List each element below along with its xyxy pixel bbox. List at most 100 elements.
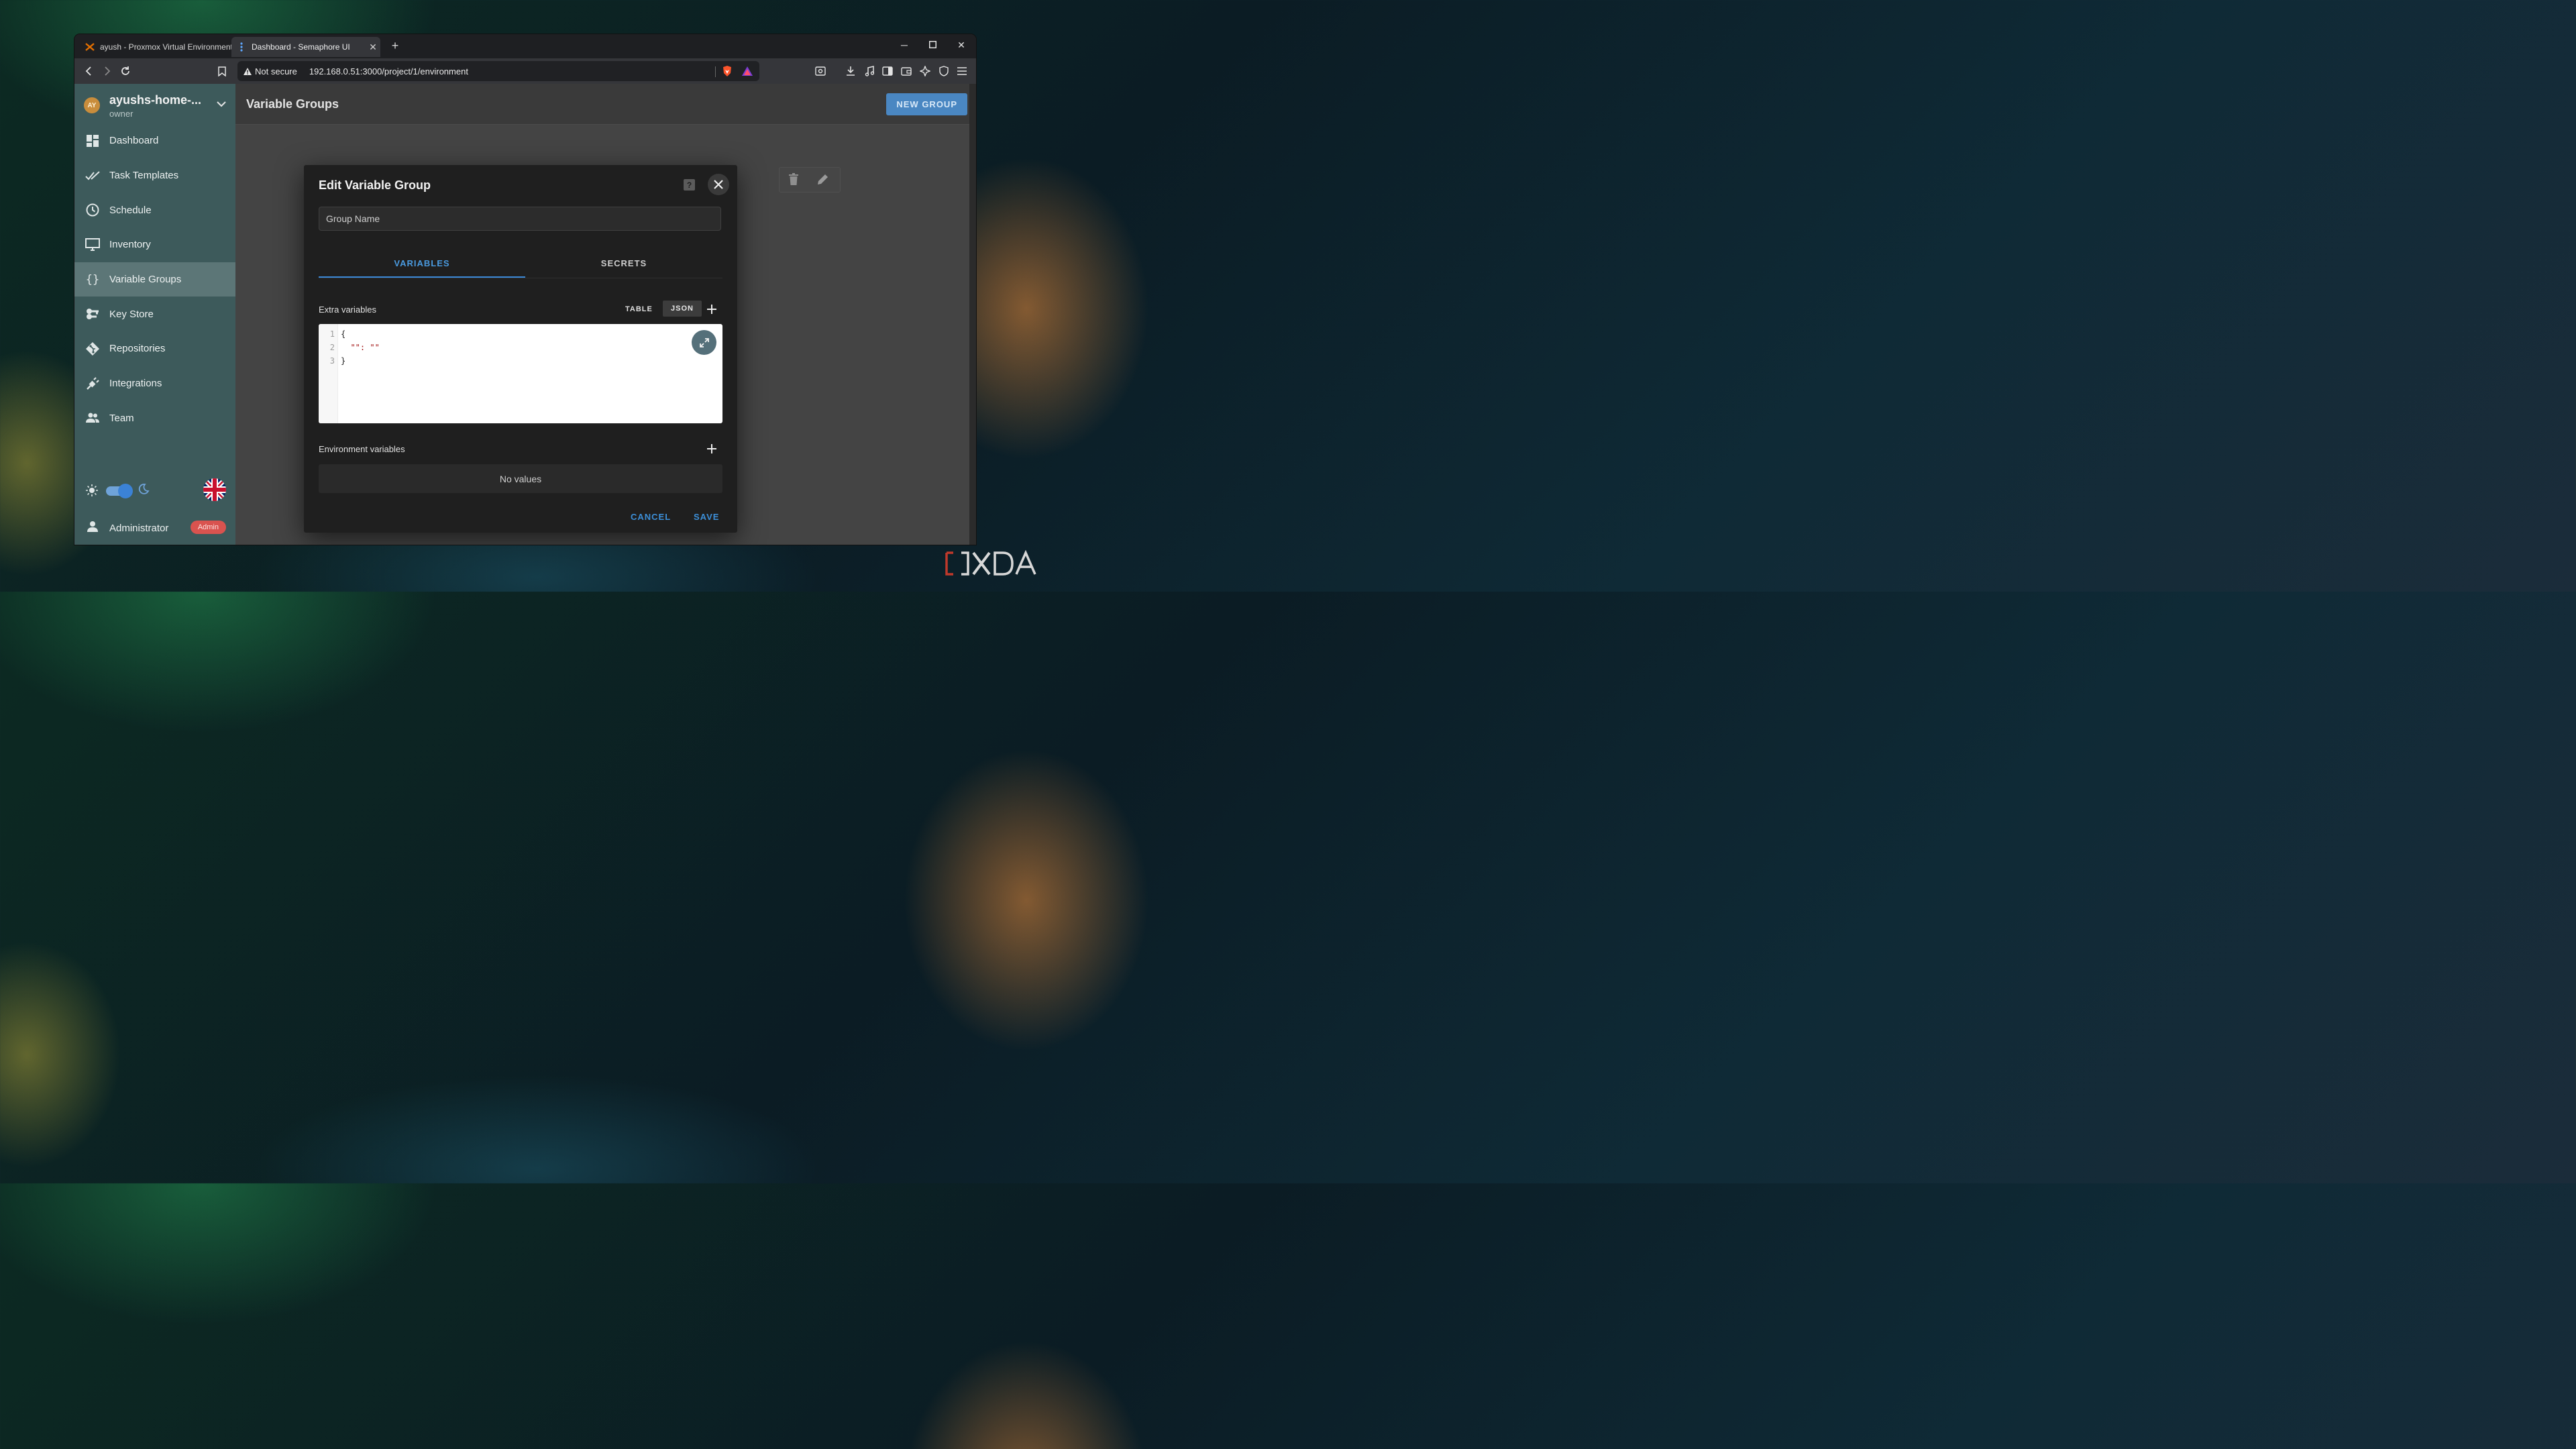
- edit-variable-group-dialog: Edit Variable Group ? VARIABLES SECRETS …: [304, 165, 737, 533]
- sidebar-item-label: Integrations: [109, 378, 162, 390]
- sidebar-nav: Dashboard Task Templates Schedule Invent…: [74, 123, 235, 435]
- switch-knob: [118, 484, 133, 498]
- media-music-icon[interactable]: [863, 65, 876, 77]
- line-number: 3: [329, 356, 335, 366]
- minimize-icon[interactable]: ─: [898, 40, 911, 50]
- close-window-icon[interactable]: ✕: [955, 40, 968, 51]
- cancel-button[interactable]: CANCEL: [631, 512, 671, 522]
- expand-editor-button[interactable]: [692, 330, 716, 355]
- extra-variables-label: Extra variables: [319, 305, 376, 315]
- menu-icon[interactable]: [955, 65, 969, 77]
- help-icon[interactable]: ?: [684, 179, 695, 191]
- dialog-tabs: VARIABLES SECRETS: [319, 250, 722, 278]
- browser-toolbar: Not secure 192.168.0.51:3000/project/1/e…: [74, 58, 976, 84]
- address-bar-divider: [715, 66, 716, 77]
- sidebar-item-task-templates[interactable]: Task Templates: [74, 158, 235, 193]
- dialog-close-button[interactable]: [708, 174, 729, 195]
- code-line: "": "": [341, 343, 380, 352]
- tab-semaphore[interactable]: Dashboard - Semaphore UI ✕: [231, 37, 380, 57]
- uk-flag-language-icon[interactable]: [203, 478, 226, 501]
- xda-watermark-logo: [945, 550, 1036, 576]
- page-header: Variable Groups NEW GROUP: [235, 84, 969, 125]
- sidebar-item-label: Task Templates: [109, 170, 179, 182]
- sidebar-item-label: Inventory: [109, 239, 151, 251]
- environment-variables-label: Environment variables: [319, 444, 405, 454]
- braces-icon: {}: [85, 272, 100, 286]
- save-button[interactable]: SAVE: [694, 512, 719, 522]
- tab-variables[interactable]: VARIABLES: [319, 250, 525, 278]
- view-table-button[interactable]: TABLE: [619, 301, 659, 317]
- moon-icon: [138, 483, 150, 498]
- project-role: owner: [109, 109, 133, 119]
- sidebar-item-label: Schedule: [109, 204, 152, 216]
- back-icon[interactable]: [81, 64, 96, 78]
- code-line: }: [341, 356, 346, 366]
- line-number: 2: [329, 343, 335, 352]
- view-json-button[interactable]: JSON: [663, 301, 702, 317]
- row-actions: [779, 167, 841, 193]
- page-title: Variable Groups: [246, 97, 339, 111]
- plug-icon: [85, 376, 100, 391]
- bookmark-icon[interactable]: [215, 64, 229, 78]
- dashboard-icon: [85, 133, 100, 148]
- sidebar-item-label: Team: [109, 412, 134, 424]
- tab-title: Dashboard - Semaphore UI: [252, 42, 350, 52]
- admin-badge: Admin: [190, 521, 226, 534]
- warning-icon: [244, 67, 252, 75]
- sidebar-toggle-icon[interactable]: [881, 65, 894, 77]
- tab-title: ayush - Proxmox Virtual Environment: [100, 42, 231, 52]
- reload-icon[interactable]: [118, 64, 133, 78]
- close-tab-icon[interactable]: ✕: [366, 42, 380, 53]
- sidebar-item-label: Dashboard: [109, 135, 159, 147]
- sidebar-item-inventory[interactable]: Inventory: [74, 227, 235, 262]
- address-bar[interactable]: Not secure 192.168.0.51:3000/project/1/e…: [237, 61, 759, 81]
- add-extra-variable-icon[interactable]: [706, 303, 718, 315]
- sidebar-item-schedule[interactable]: Schedule: [74, 193, 235, 227]
- vpn-shield-icon[interactable]: [937, 65, 951, 77]
- forward-icon[interactable]: [100, 64, 115, 78]
- tab-secrets[interactable]: SECRETS: [525, 250, 722, 276]
- group-name-input[interactable]: [319, 207, 721, 231]
- wallet-icon[interactable]: [900, 65, 913, 77]
- theme-toggle-row: [85, 477, 227, 504]
- chevron-down-icon[interactable]: [217, 99, 226, 111]
- code-line: {: [341, 329, 346, 339]
- editor-gutter: 1 2 3: [319, 324, 338, 423]
- tab-proxmox[interactable]: ayush - Proxmox Virtual Environment: [80, 37, 231, 57]
- sidebar-item-label: Key Store: [109, 308, 154, 320]
- new-tab-icon[interactable]: +: [388, 39, 402, 53]
- proxmox-favicon-icon: [85, 42, 95, 52]
- sidebar-item-integrations[interactable]: Integrations: [74, 366, 235, 401]
- leo-ai-icon[interactable]: [918, 65, 932, 77]
- screenshot-icon[interactable]: [814, 65, 827, 77]
- user-row[interactable]: Administrator Admin: [85, 519, 227, 537]
- download-icon[interactable]: [844, 65, 857, 77]
- maximize-icon[interactable]: [926, 40, 939, 50]
- edit-pencil-icon[interactable]: [817, 173, 829, 189]
- brave-rewards-icon[interactable]: [741, 66, 753, 78]
- team-icon: [85, 411, 100, 425]
- user-name: Administrator: [109, 522, 169, 534]
- sidebar-item-key-store[interactable]: Key Store: [74, 297, 235, 331]
- project-selector[interactable]: AY ayushs-home-... owner: [84, 93, 226, 120]
- sidebar-item-dashboard[interactable]: Dashboard: [74, 123, 235, 158]
- no-values-placeholder: No values: [319, 464, 722, 493]
- sidebar-item-variable-groups[interactable]: {} Variable Groups: [74, 262, 235, 297]
- sidebar-item-team[interactable]: Team: [74, 401, 235, 436]
- close-icon: [714, 180, 723, 189]
- url-text: 192.168.0.51:3000/project/1/environment: [309, 66, 468, 76]
- expand-icon: [699, 337, 709, 347]
- key-icon: [85, 307, 100, 321]
- json-code-editor[interactable]: 1 2 3 { "": "" }: [319, 324, 722, 423]
- not-secure-indicator[interactable]: Not secure: [243, 66, 297, 76]
- sidebar-item-label: Variable Groups: [109, 274, 182, 286]
- brave-shields-icon[interactable]: [722, 65, 733, 79]
- user-icon: [87, 521, 99, 536]
- delete-icon[interactable]: [789, 173, 798, 189]
- clock-icon: [85, 203, 100, 217]
- sidebar-item-label: Repositories: [109, 343, 166, 355]
- new-group-button[interactable]: NEW GROUP: [886, 93, 967, 115]
- project-name: ayushs-home-...: [109, 93, 202, 107]
- sidebar-item-repositories[interactable]: Repositories: [74, 331, 235, 366]
- add-environment-variable-icon[interactable]: [706, 443, 718, 455]
